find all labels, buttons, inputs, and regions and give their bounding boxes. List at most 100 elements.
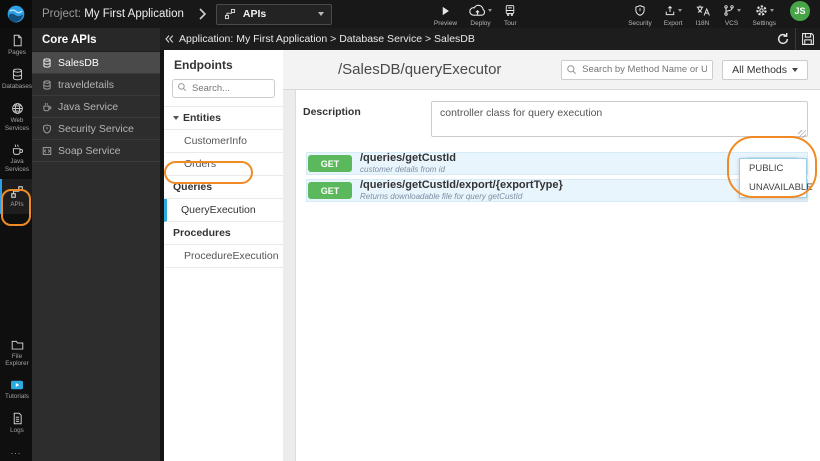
security-button[interactable]: Security (622, 1, 657, 28)
service-item-java-service[interactable]: Java Service (32, 96, 160, 118)
topbar-right-actions: Security Export I18N VCS Settings JS (622, 0, 814, 28)
user-avatar[interactable]: JS (790, 0, 810, 21)
play-icon (440, 5, 451, 17)
service-item-traveldetails[interactable]: traveldetails (32, 74, 160, 96)
folder-icon (11, 339, 24, 351)
endpoint-item-procedureexecution[interactable]: ProcedureExecution (164, 245, 283, 268)
save-button[interactable] (795, 28, 820, 50)
app-window: Project: My First Application APIs Previ… (0, 0, 820, 461)
sidebar-item-databases[interactable]: Databases (0, 62, 32, 96)
caret-down-icon (792, 67, 798, 72)
main-panel: /SalesDB/queryExecutor All Methods Descr… (283, 50, 820, 461)
sidebar-item-java-services[interactable]: Java Services (0, 137, 32, 179)
endpoint-item-customerinfo[interactable]: CustomerInfo (164, 130, 283, 153)
method-search-input[interactable] (561, 59, 714, 80)
triangle-down-icon (173, 116, 179, 120)
search-icon (177, 82, 187, 92)
procedures-section-header[interactable]: Procedures (164, 222, 283, 245)
apis-icon (10, 185, 24, 199)
breadcrumb-bar: Application: My First Application > Data… (160, 28, 820, 50)
tour-button[interactable]: Tour (498, 1, 523, 28)
sidebar-item-pages[interactable]: Pages (0, 28, 32, 62)
translate-icon (695, 4, 711, 17)
chevron-right-icon (198, 8, 206, 20)
video-play-icon (10, 379, 24, 391)
chevron-down-icon (488, 9, 493, 12)
main-header: /SalesDB/queryExecutor All Methods (283, 50, 820, 90)
log-file-icon (11, 412, 24, 425)
page-icon (11, 34, 24, 47)
collapse-panel-icon[interactable] (160, 34, 179, 44)
vcs-button[interactable]: VCS (717, 1, 747, 28)
apis-icon (224, 8, 236, 20)
description-row: Description controller class for query e… (296, 99, 820, 152)
method-get-button[interactable]: GET (308, 182, 352, 199)
database-icon (11, 68, 24, 81)
sidebar-item-logs[interactable]: Logs (0, 406, 32, 440)
branch-icon (723, 4, 735, 17)
chevron-down-icon (678, 9, 683, 12)
soap-service-icon (42, 146, 52, 156)
export-icon (664, 4, 676, 17)
endpoint-summary: Returns downloadable file for query getC… (360, 192, 523, 201)
sidebar-item-tutorials[interactable]: Tutorials (0, 373, 32, 406)
left-icon-rail: Pages Databases Web Services Java Servic… (0, 28, 32, 461)
method-get-button[interactable]: GET (308, 155, 352, 172)
gear-icon (755, 4, 768, 17)
description-textarea[interactable]: controller class for query execution (431, 101, 808, 137)
api-endpoint-row[interactable]: GET /queries/getCustId customer details … (306, 152, 808, 175)
breadcrumb-actions (771, 28, 820, 50)
api-endpoint-row[interactable]: GET /queries/getCustId/export/{exportTyp… (306, 179, 808, 202)
chevron-down-icon (317, 12, 324, 16)
access-level-menu: PUBLIC UNAVAILABLE (739, 158, 813, 198)
topbar-center-actions: Preview Deploy Tour (428, 1, 523, 28)
workspace-selector-dropdown[interactable]: APIs (215, 3, 332, 25)
bus-icon (504, 4, 516, 17)
endpoint-path: /queries/getCustId/export/{exportType} (360, 180, 563, 191)
app-logo[interactable] (0, 0, 32, 28)
deploy-button[interactable]: Deploy (463, 1, 498, 28)
sidebar-item-file-explorer[interactable]: File Explorer (0, 333, 32, 374)
entities-section-header[interactable]: Entities (164, 107, 283, 130)
coffee-cup-icon (11, 143, 24, 156)
endpoint-path: /queries/getCustId (360, 153, 456, 164)
i18n-button[interactable]: I18N (689, 1, 717, 28)
services-panel-title: Core APIs (32, 28, 160, 52)
endpoint-summary: customer details from id (360, 165, 445, 174)
sidebar-item-web-services[interactable]: Web Services (0, 96, 32, 138)
service-item-salesdb[interactable]: SalesDB (32, 52, 160, 74)
preview-button[interactable]: Preview (428, 1, 463, 28)
sidebar-item-apis[interactable]: APIs (0, 179, 32, 215)
search-icon (566, 64, 577, 75)
page-title: /SalesDB/queryExecutor (338, 61, 502, 78)
settings-button[interactable]: Settings (747, 1, 783, 28)
project-title: Project: My First Application (42, 8, 184, 20)
endpoints-search-input[interactable] (172, 79, 275, 98)
menu-item-unavailable[interactable]: UNAVAILABLE (740, 178, 813, 197)
shield-icon (42, 123, 52, 134)
breadcrumb: Application: My First Application > Data… (179, 33, 475, 45)
rail-overflow-button[interactable]: ... (0, 440, 32, 461)
chevron-down-icon (736, 9, 741, 12)
cloud-upload-icon (469, 4, 486, 17)
menu-item-public[interactable]: PUBLIC (740, 159, 806, 178)
top-bar: Project: My First Application APIs Previ… (0, 0, 820, 28)
description-label: Description (303, 106, 361, 118)
globe-icon (11, 102, 24, 115)
refresh-button[interactable] (771, 28, 795, 50)
service-item-soap-service[interactable]: Soap Service (32, 140, 160, 162)
endpoints-panel: Endpoints Entities CustomerInfo Orders Q… (160, 50, 283, 461)
coffee-cup-icon (42, 102, 52, 112)
endpoints-search (164, 78, 283, 107)
endpoints-title: Endpoints (174, 58, 233, 72)
wavemaker-logo-icon (6, 4, 26, 24)
endpoint-item-orders[interactable]: Orders (164, 153, 283, 176)
method-search (561, 59, 714, 80)
database-icon (42, 79, 52, 90)
methods-filter-dropdown[interactable]: All Methods (722, 59, 808, 80)
service-item-security-service[interactable]: Security Service (32, 118, 160, 140)
export-button[interactable]: Export (658, 1, 689, 28)
endpoint-item-queryexecution[interactable]: QueryExecution (164, 199, 283, 222)
queries-section-header[interactable]: Queries (164, 176, 283, 199)
services-sidebar: Core APIs SalesDB traveldetails Java Ser… (32, 28, 160, 461)
